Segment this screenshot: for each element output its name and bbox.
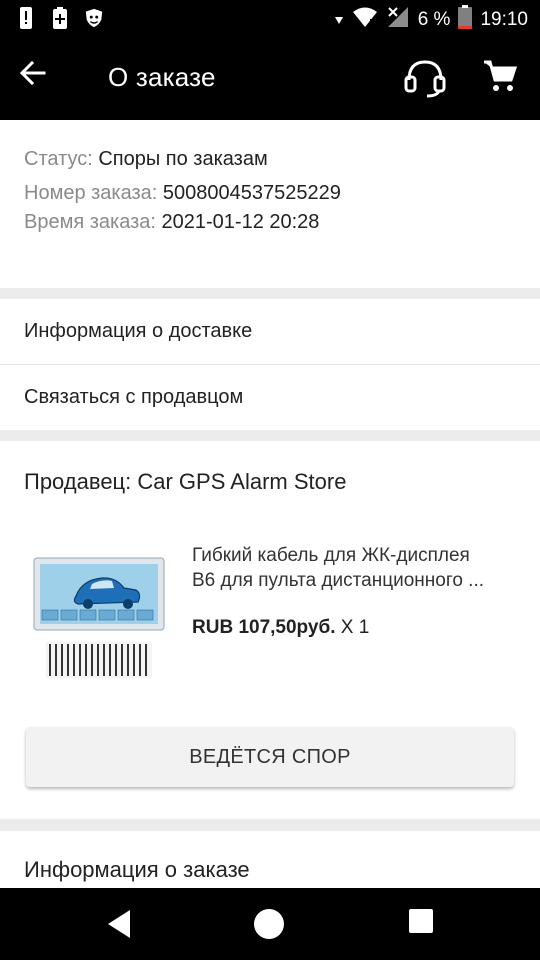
nav-home-button[interactable] — [253, 908, 289, 944]
page-title: О заказе — [108, 62, 216, 92]
nav-home-icon — [254, 909, 284, 939]
contact-seller-link[interactable]: Связаться с продавцом — [0, 365, 540, 430]
order-summary-card: Статус: Споры по заказам Номер заказа: 5… — [0, 120, 540, 288]
cellular-no-signal-icon — [386, 5, 410, 35]
product-card: Продавец: Car GPS Alarm Store Гибкий каб… — [0, 441, 540, 819]
wifi-icon — [352, 6, 378, 34]
battery-plus-icon — [50, 7, 70, 29]
status-value: Споры по заказам — [98, 148, 268, 170]
alert-icon — [16, 7, 36, 29]
system-nav-bar — [0, 888, 540, 960]
product-quantity: X 1 — [340, 617, 370, 638]
status-time: 19:10 — [480, 9, 528, 30]
dispute-button[interactable]: ВЕДЁТСЯ СПОР — [26, 727, 514, 787]
cart-button[interactable] — [482, 58, 522, 98]
product-name-line-2: B6 для пульта дистанционного ... — [192, 570, 485, 591]
seller-name[interactable]: Продавец: Car GPS Alarm Store — [24, 469, 346, 495]
order-status-row: Статус: Споры по заказам — [24, 148, 268, 171]
support-button[interactable] — [403, 58, 449, 102]
battery-percent: 6 % — [417, 9, 451, 30]
product-name[interactable]: Гибкий кабель для ЖК-дисплея B6 для пуль… — [192, 543, 522, 593]
nav-recents-icon — [409, 909, 433, 933]
order-number-row: Номер заказа: 5008004537525229 — [24, 182, 341, 205]
order-time-row: Время заказа: 2021-01-12 20:28 — [24, 211, 319, 234]
status-bar-notifications — [16, 7, 104, 29]
nav-back-button[interactable] — [104, 908, 140, 944]
headset-icon — [404, 60, 446, 98]
order-number-value: 5008004537525229 — [162, 182, 341, 204]
status-bar: 6 % 19:10 — [0, 0, 540, 36]
product-name-line-1: Гибкий кабель для ЖК-дисплея — [192, 545, 470, 566]
order-info-title: Информация о заказе — [24, 857, 250, 882]
contact-seller-label: Связаться с продавцом — [24, 386, 244, 408]
product-price: RUB 107,50руб. — [192, 617, 336, 638]
cart-icon — [484, 60, 518, 91]
signal-dot-icon — [334, 9, 344, 31]
delivery-info-label: Информация о доставке — [24, 320, 253, 342]
order-time-value: 2021-01-12 20:28 — [161, 211, 320, 233]
back-arrow-icon — [19, 60, 46, 86]
product-image[interactable] — [32, 554, 166, 682]
status-bar-system: 6 % 19:10 — [334, 5, 528, 35]
order-number-label: Номер заказа: — [24, 182, 158, 204]
order-time-label: Время заказа: — [24, 211, 156, 233]
shield-app-icon — [84, 7, 104, 29]
nav-recents-button[interactable] — [408, 908, 444, 944]
delivery-info-link[interactable]: Информация о доставке — [0, 299, 540, 364]
battery-low-icon — [458, 5, 473, 35]
order-links-card: Информация о доставке Связаться с продав… — [0, 299, 540, 430]
status-label: Статус: — [24, 148, 93, 170]
app-bar: О заказе — [0, 36, 540, 120]
nav-back-icon — [108, 910, 130, 938]
product-price-row: RUB 107,50руб. X 1 — [192, 617, 369, 639]
order-info-card: Информация о заказе — [0, 831, 540, 891]
back-button[interactable] — [19, 60, 64, 96]
